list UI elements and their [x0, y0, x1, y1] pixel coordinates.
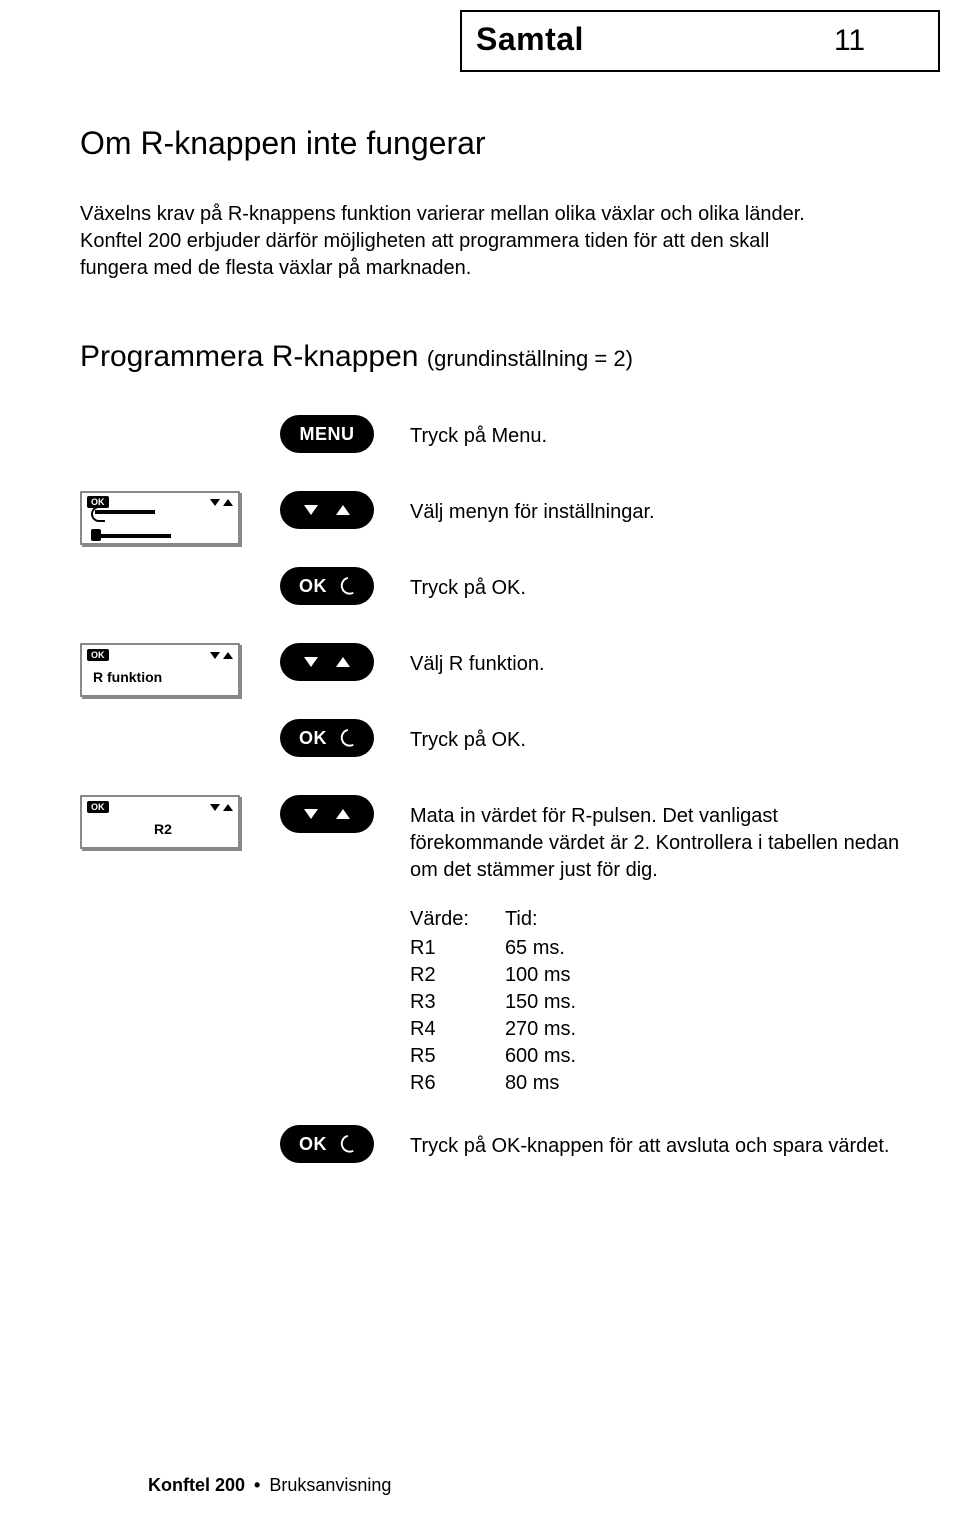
lcd-screen-settings: OK	[80, 491, 240, 545]
footer-product: Konftel 200	[148, 1475, 245, 1495]
triangle-down-icon	[210, 499, 220, 506]
table-cell: R2	[410, 962, 469, 989]
lcd-screen-r2: OK R2	[80, 795, 240, 849]
section-title: Samtal	[476, 18, 584, 61]
table-cell: 80 ms	[505, 1070, 576, 1097]
triangle-up-icon	[336, 505, 350, 515]
triangle-down-icon	[304, 809, 318, 819]
step-row: MENU Tryck på Menu.	[80, 415, 900, 469]
value-head: Värde:	[410, 906, 469, 933]
phone-icon	[339, 578, 355, 594]
table-cell: 100 ms	[505, 962, 576, 989]
menu-button-label: MENU	[300, 422, 355, 446]
value-time-table: Värde: R1 R2 R3 R4 R5 R6 Tid: 65 ms. 100…	[410, 906, 900, 1097]
heading-program-note: (grundinställning = 2)	[427, 346, 633, 371]
triangle-up-icon	[223, 804, 233, 811]
updown-button	[280, 643, 374, 681]
triangle-up-icon	[336, 809, 350, 819]
wrench-icon	[91, 510, 171, 526]
footer-separator: •	[254, 1475, 260, 1495]
lcd-screen-rfunktion: OK R funktion	[80, 643, 240, 697]
step-text: Tryck på OK.	[410, 719, 900, 754]
step-text: Mata in värdet för R-pulsen. Det vanliga…	[410, 795, 900, 884]
table-cell: R1	[410, 935, 469, 962]
section-header-box: Samtal 11	[460, 10, 940, 72]
phone-icon	[339, 730, 355, 746]
triangle-down-icon	[210, 652, 220, 659]
step-row: OK Tryck på OK.	[80, 719, 900, 773]
ok-button-label: OK	[299, 574, 327, 598]
phone-icon	[339, 1136, 355, 1152]
step-row: OK R2 Mata in värdet för R-pulsen. Det v…	[80, 795, 900, 884]
step-text: Välj menyn för inställningar.	[410, 491, 900, 526]
step-row: OK Tryck på OK.	[80, 567, 900, 621]
footer-doc: Bruksanvisning	[269, 1475, 391, 1495]
value-column: Värde: R1 R2 R3 R4 R5 R6	[410, 906, 469, 1097]
manual-page: Samtal 11 Om R-knappen inte fungerar Väx…	[0, 0, 960, 1521]
table-cell: R3	[410, 989, 469, 1016]
table-cell: 150 ms.	[505, 989, 576, 1016]
menu-button: MENU	[280, 415, 374, 453]
triangle-down-icon	[210, 804, 220, 811]
triangle-down-icon	[304, 657, 318, 667]
heading-program-main: Programmera R-knappen	[80, 340, 418, 373]
triangle-up-icon	[223, 652, 233, 659]
slider-icon	[91, 530, 171, 540]
step-text: Välj R funktion.	[410, 643, 900, 678]
time-column: Tid: 65 ms. 100 ms 150 ms. 270 ms. 600 m…	[505, 906, 576, 1097]
updown-button	[280, 491, 374, 529]
table-cell: 600 ms.	[505, 1043, 576, 1070]
intro-paragraph: Växelns krav på R-knappens funktion vari…	[80, 201, 840, 282]
table-cell: R4	[410, 1016, 469, 1043]
table-cell: R6	[410, 1070, 469, 1097]
table-cell: 270 ms.	[505, 1016, 576, 1043]
ok-button: OK	[280, 719, 374, 757]
step-row: OK Tryck på OK-knappen för att avsluta o…	[80, 1125, 900, 1179]
step-row: OK R funktion Välj R funktion.	[80, 643, 900, 697]
page-number: 11	[834, 21, 865, 62]
ok-button-label: OK	[299, 1132, 327, 1156]
step-row: OK Välj menyn för inställningar.	[80, 491, 900, 545]
step-text: Tryck på OK.	[410, 567, 900, 602]
table-cell: R5	[410, 1043, 469, 1070]
step-text: Tryck på OK-knappen för att avsluta och …	[410, 1125, 900, 1160]
time-head: Tid:	[505, 906, 576, 933]
step-text: Tryck på Menu.	[410, 415, 900, 450]
heading-problem: Om R-knappen inte fungerar	[80, 122, 900, 165]
updown-button	[280, 795, 374, 833]
ok-button: OK	[280, 567, 374, 605]
lcd-ok-badge: OK	[87, 649, 109, 661]
heading-program: Programmera R-knappen (grundinställning …	[80, 337, 900, 378]
lcd-text: R2	[87, 814, 233, 844]
lcd-text: R funktion	[87, 662, 233, 692]
triangle-down-icon	[304, 505, 318, 515]
ok-button-label: OK	[299, 726, 327, 750]
table-cell: 65 ms.	[505, 935, 576, 962]
triangle-up-icon	[223, 499, 233, 506]
page-footer: Konftel 200 • Bruksanvisning	[148, 1473, 391, 1497]
ok-button: OK	[280, 1125, 374, 1163]
triangle-up-icon	[336, 657, 350, 667]
lcd-ok-badge: OK	[87, 801, 109, 813]
